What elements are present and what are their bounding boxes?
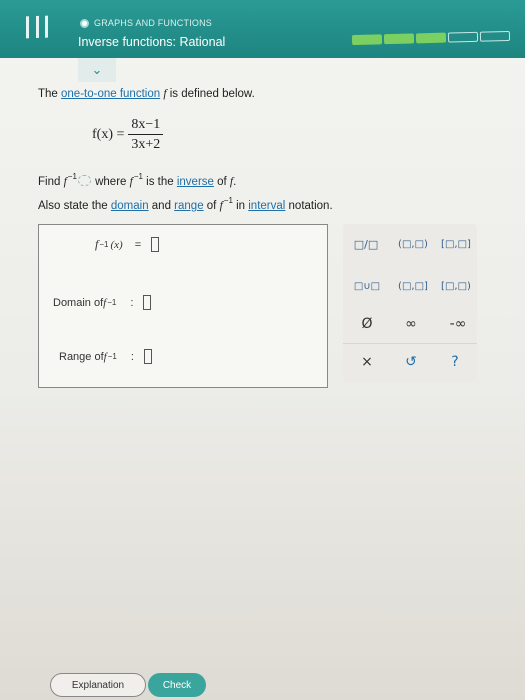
undo-icon[interactable]: ↺ [398, 352, 424, 372]
inverse-row: f −1 (x) = [95, 237, 160, 252]
union-button[interactable]: □∪□ [345, 276, 389, 296]
topic-title: Inverse functions: Rational [78, 35, 226, 49]
explanation-button[interactable]: Explanation [50, 673, 146, 697]
domain-row: Domain of f −1 : [53, 295, 152, 310]
domain-answer-input[interactable] [143, 295, 152, 310]
one-to-one-function-link[interactable]: one-to-one function [61, 88, 160, 100]
infinity-button[interactable]: ∞ [398, 314, 424, 334]
function-fraction: 8x−1 3x+2 [128, 117, 164, 153]
answer-box: f −1 (x) = Domain of f −1 : Range of f −1 : [38, 224, 328, 388]
open-open-interval-button[interactable]: (□,□) [392, 234, 434, 254]
fraction-button[interactable]: □/□ [352, 234, 380, 254]
status-dot-icon [80, 18, 89, 28]
find-instruction: Find f−1 where f−1 is the inverse of f. [38, 172, 237, 188]
negative-infinity-button[interactable]: -∞ [442, 314, 474, 334]
top-header: GRAPHS AND FUNCTIONS Inverse functions: … [0, 0, 525, 58]
check-button[interactable]: Check [148, 673, 206, 697]
progress-segment [383, 33, 415, 45]
inverse-answer-input[interactable] [151, 237, 160, 252]
progress-segment [351, 34, 383, 46]
chevron-down-icon: ⌄ [91, 62, 103, 77]
palette-divider [343, 343, 477, 344]
closed-closed-interval-button[interactable]: [□,□] [436, 234, 476, 254]
empty-set-button[interactable]: Ø [354, 314, 380, 334]
closed-open-interval-button[interactable]: [□,□) [436, 276, 476, 296]
progress-bar [351, 30, 511, 46]
progress-segment [479, 30, 511, 42]
clear-icon[interactable]: × [354, 352, 380, 372]
function-definition: f(x) = 8x−1 3x+2 [92, 117, 164, 153]
range-link[interactable]: range [174, 200, 203, 212]
inverse-link[interactable]: inverse [177, 176, 214, 188]
interval-link[interactable]: interval [248, 200, 285, 212]
range-row: Range of f −1 : [59, 349, 152, 364]
open-closed-interval-button[interactable]: (□,□] [392, 276, 434, 296]
help-icon[interactable]: ? [442, 352, 468, 372]
progress-segment [415, 32, 447, 44]
range-answer-input[interactable] [143, 349, 152, 364]
domain-link[interactable]: domain [111, 200, 149, 212]
problem-intro: The one-to-one function f is defined bel… [38, 88, 255, 100]
placeholder-icon [77, 175, 91, 186]
menu-icon[interactable] [26, 15, 48, 39]
progress-segment [447, 31, 479, 43]
state-instruction: Also state the domain and range of f−1 i… [38, 196, 333, 212]
subject-label: GRAPHS AND FUNCTIONS [80, 18, 212, 28]
collapse-toggle[interactable]: ⌄ [78, 58, 116, 82]
